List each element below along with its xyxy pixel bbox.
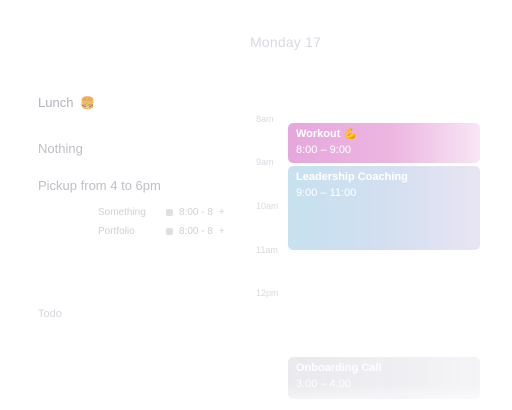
task-nothing[interactable]: Nothing — [38, 141, 83, 156]
task-pickup-label: Pickup from 4 to 6pm — [38, 178, 161, 193]
hour-label: 11am — [256, 245, 278, 255]
event-onboarding-call[interactable]: Onboarding Call 3:00 – 4:00 — [288, 357, 480, 399]
day-header: Monday 17 — [250, 34, 322, 50]
subtask-item[interactable]: Portfolio 8:00 - 8 + — [98, 226, 225, 237]
event-title: Leadership Coaching — [296, 171, 408, 183]
plus-icon[interactable]: + — [219, 226, 225, 237]
flexed-biceps-icon: 💪 — [343, 128, 358, 140]
subtask-time: 8:00 - 8 — [179, 226, 213, 237]
day-calendar: Monday 17 8am 9am 10am 11am 12pm Workout… — [240, 0, 512, 410]
task-lunch-label: Lunch — [38, 95, 74, 110]
calendar-icon — [166, 228, 173, 235]
event-title: Onboarding Call — [296, 362, 382, 374]
task-planner: Lunch 🍔 Nothing Pickup from 4 to 6pm Som… — [0, 0, 250, 410]
hour-label: 8am — [256, 114, 274, 124]
event-title-text: Workout — [296, 128, 341, 140]
task-lunch[interactable]: Lunch 🍔 — [38, 95, 95, 110]
task-todo[interactable]: Todo — [38, 308, 62, 320]
subtask-meta: 8:00 - 8 + — [166, 226, 225, 237]
hour-label: 9am — [256, 157, 274, 167]
hour-label: 10am — [256, 201, 279, 211]
subtask-time: 8:00 - 8 — [179, 207, 213, 218]
task-nothing-label: Nothing — [38, 141, 83, 156]
subtask-meta: 8:00 - 8 + — [166, 207, 225, 218]
plus-icon[interactable]: + — [219, 207, 225, 218]
subtask-label: Portfolio — [98, 226, 135, 237]
event-title: Workout 💪 — [296, 127, 472, 141]
subtask-item[interactable]: Something 8:00 - 8 + — [98, 207, 225, 218]
event-time: 9:00 – 11:00 — [296, 187, 357, 199]
calendar-icon — [166, 209, 173, 216]
subtask-label: Something — [98, 207, 146, 218]
event-time: 8:00 – 9:00 — [296, 144, 352, 156]
event-workout[interactable]: Workout 💪 8:00 – 9:00 — [288, 123, 480, 163]
task-pickup[interactable]: Pickup from 4 to 6pm — [38, 178, 161, 193]
hour-label: 12pm — [256, 288, 279, 298]
burger-icon: 🍔 — [80, 96, 95, 110]
event-time: 3:00 – 4:00 — [296, 378, 352, 390]
task-todo-label: Todo — [38, 308, 62, 320]
event-leadership-coaching[interactable]: Leadership Coaching 9:00 – 11:00 — [288, 166, 480, 250]
